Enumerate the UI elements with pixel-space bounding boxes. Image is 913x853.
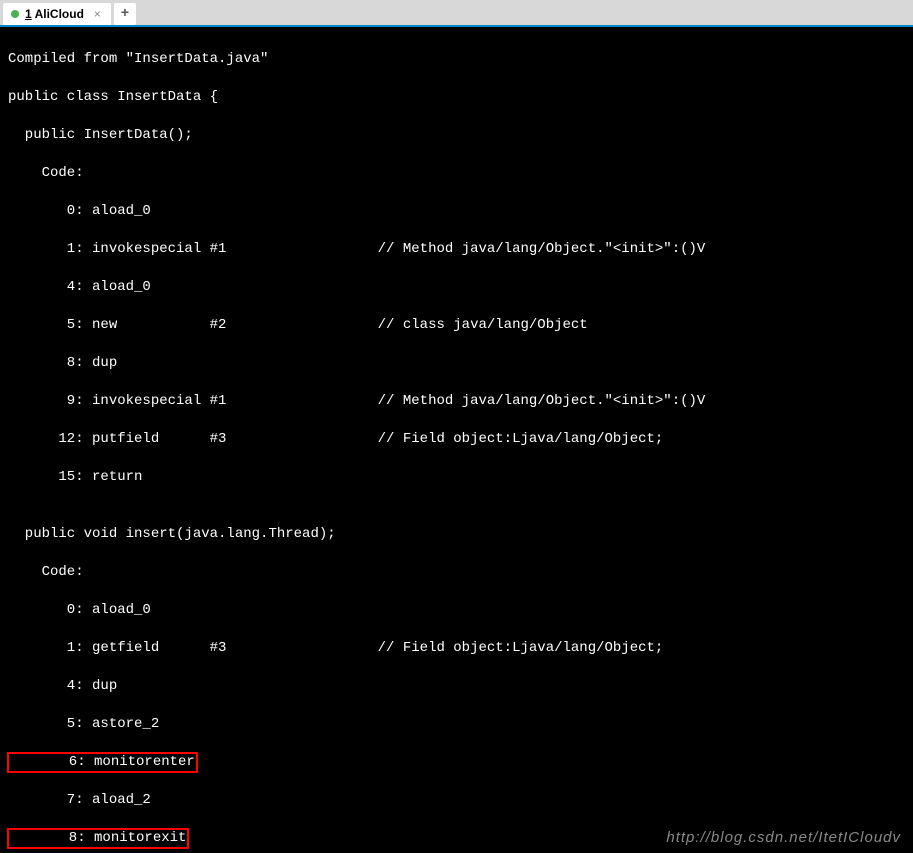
code-line-highlighted: 6: monitorenter	[8, 753, 905, 772]
code-line: 4: dup	[8, 677, 905, 696]
code-line: 1: getfield #3 // Field object:Ljava/lan…	[8, 639, 905, 658]
code-line: Code:	[8, 164, 905, 183]
close-icon[interactable]: ×	[94, 7, 101, 21]
code-line: public InsertData();	[8, 126, 905, 145]
watermark: http://blog.csdn.net/ItetICloudv	[666, 828, 901, 847]
tab-label: 1 AliCloud	[25, 7, 84, 21]
code-line: 4: aload_0	[8, 278, 905, 297]
code-line: 12: putfield #3 // Field object:Ljava/la…	[8, 430, 905, 449]
code-line: public void insert(java.lang.Thread);	[8, 525, 905, 544]
status-dot-icon	[11, 10, 19, 18]
code-line: 0: aload_0	[8, 202, 905, 221]
code-line: 5: new #2 // class java/lang/Object	[8, 316, 905, 335]
new-tab-button[interactable]: +	[114, 3, 136, 25]
code-editor[interactable]: Compiled from "InsertData.java" public c…	[0, 27, 913, 853]
tab-bar: 1 AliCloud × +	[0, 0, 913, 27]
code-line: 9: invokespecial #1 // Method java/lang/…	[8, 392, 905, 411]
code-line: 0: aload_0	[8, 601, 905, 620]
code-line: Compiled from "InsertData.java"	[8, 50, 905, 69]
highlight-box: 8: monitorexit	[7, 828, 189, 849]
code-line: Code:	[8, 563, 905, 582]
tab-alicloud[interactable]: 1 AliCloud ×	[3, 3, 111, 25]
code-line: 15: return	[8, 468, 905, 487]
code-line: 7: aload_2	[8, 791, 905, 810]
code-line: 1: invokespecial #1 // Method java/lang/…	[8, 240, 905, 259]
code-line: 8: dup	[8, 354, 905, 373]
code-line: public class InsertData {	[8, 88, 905, 107]
highlight-box: 6: monitorenter	[7, 752, 198, 773]
code-line: 5: astore_2	[8, 715, 905, 734]
